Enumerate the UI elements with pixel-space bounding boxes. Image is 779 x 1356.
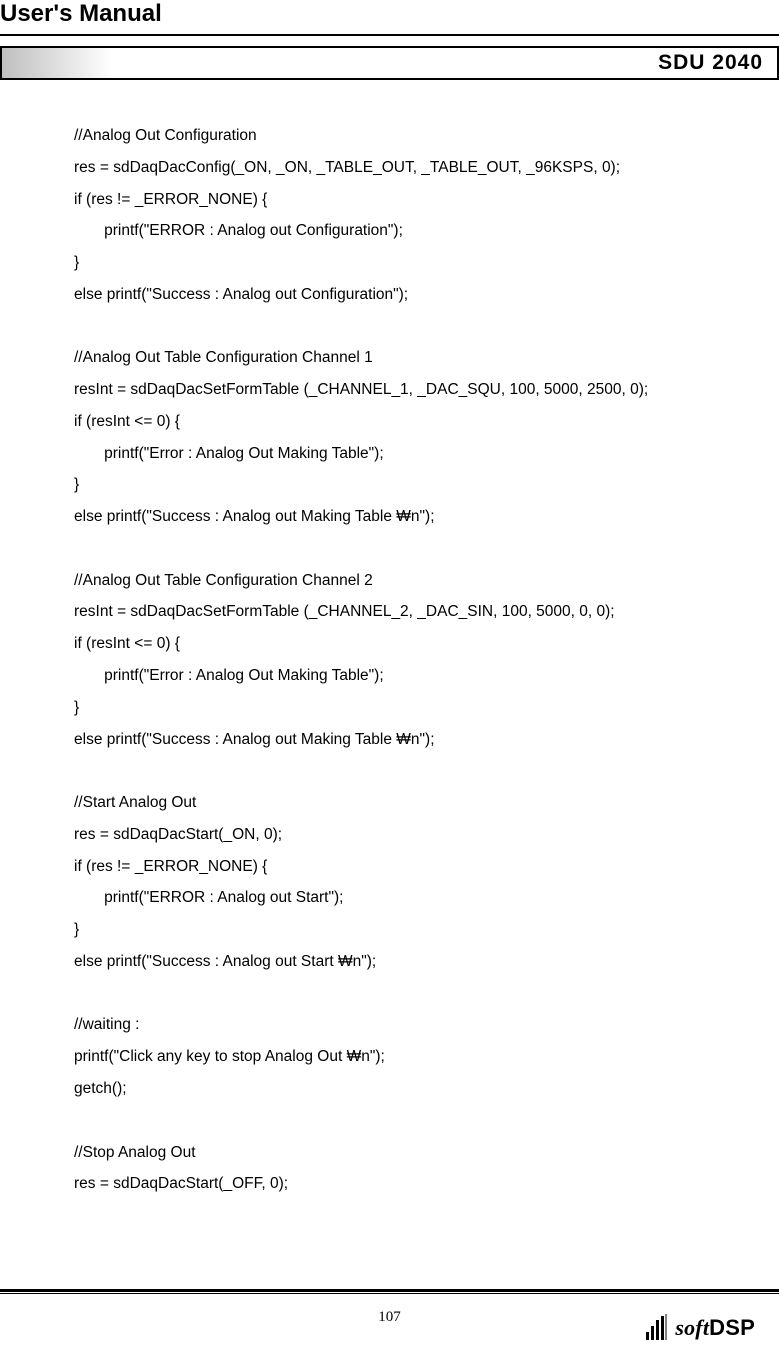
product-bar-gradient [2,48,112,78]
logo-text-soft: soft [675,1315,709,1340]
page: User's Manual SDU 2040 //Analog Out Conf… [0,0,779,1356]
logo-text-dsp: DSP [709,1315,755,1340]
logo-bars-icon [644,1314,672,1342]
product-name: SDU 2040 [112,48,777,78]
header-rule [0,34,779,36]
footer-logo: softDSP [644,1314,755,1342]
product-bar: SDU 2040 [0,46,779,80]
footer-rule [0,1289,779,1294]
manual-title: User's Manual [0,0,779,34]
page-header: User's Manual SDU 2040 [0,0,779,80]
logo-text: softDSP [675,1315,755,1341]
code-listing: //Analog Out Configuration res = sdDaqDa… [0,80,779,1200]
